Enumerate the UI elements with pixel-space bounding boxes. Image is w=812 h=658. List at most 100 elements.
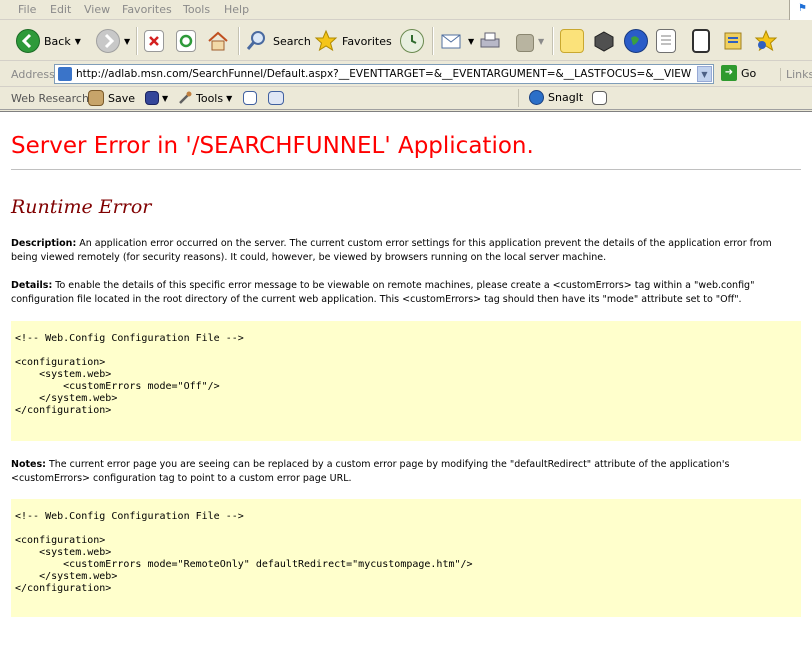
- tools-dropdown-icon[interactable]: ▼: [226, 94, 232, 103]
- back-button[interactable]: Back ▼: [16, 27, 81, 55]
- address-bar: Address http://adlab.msn.com/SearchFunne…: [0, 62, 812, 87]
- edit-dropdown-icon[interactable]: ▼: [538, 37, 544, 46]
- disk-button[interactable]: ▼: [145, 91, 168, 105]
- favorites-label: Favorites: [342, 34, 392, 48]
- mail-button[interactable]: ▼: [440, 27, 474, 55]
- notes-paragraph: Notes: The current error page you are se…: [11, 458, 801, 486]
- snagit-icon: [529, 90, 544, 105]
- tools-icon: [177, 90, 193, 106]
- edit-button[interactable]: ▼: [516, 27, 544, 55]
- snagit-capture-icon: [592, 91, 607, 105]
- menu-view[interactable]: View: [84, 3, 110, 16]
- home-icon: [206, 29, 230, 53]
- page-title: Server Error in '/SEARCHFUNNEL' Applicat…: [11, 133, 534, 159]
- search-icon: [245, 29, 269, 53]
- capture-icon: [268, 91, 284, 105]
- snagit-label: SnagIt: [548, 91, 584, 104]
- address-dropdown-icon[interactable]: ▼: [697, 66, 712, 82]
- description-text: An application error occurred on the ser…: [11, 238, 772, 263]
- forward-dropdown-icon[interactable]: ▼: [124, 37, 130, 46]
- messenger-icon: [692, 29, 710, 53]
- edit-icon: [516, 33, 534, 52]
- refresh-icon: [176, 30, 196, 52]
- back-arrow-icon: [16, 29, 40, 53]
- description-label: Description:: [11, 238, 77, 249]
- save-button[interactable]: Save: [88, 90, 135, 106]
- page-button[interactable]: [656, 27, 676, 55]
- search-label: Search: [273, 34, 311, 48]
- cube-button[interactable]: [592, 27, 616, 55]
- favorites-star-button[interactable]: [754, 27, 778, 55]
- go-button[interactable]: ➜ Go: [721, 65, 756, 81]
- address-url[interactable]: http://adlab.msn.com/SearchFunnel/Defaul…: [76, 68, 691, 80]
- menu-bar: File Edit View Favorites Tools Help ⚑: [0, 0, 812, 20]
- page-icon: [656, 29, 676, 53]
- research-toolbar: Web Research Save ▼ Tools ▼ SnagIt: [0, 88, 812, 110]
- forward-button[interactable]: ▼: [96, 27, 130, 55]
- print-icon: [478, 29, 502, 53]
- home-button[interactable]: [206, 27, 230, 55]
- details-paragraph: Details: To enable the details of this s…: [11, 279, 801, 307]
- tools-button[interactable]: Tools ▼: [177, 90, 232, 106]
- stop-icon: [144, 30, 164, 52]
- refresh-button[interactable]: [176, 27, 196, 55]
- description-paragraph: Description: An application error occurr…: [11, 237, 801, 265]
- history-icon: [400, 29, 424, 53]
- globe-button[interactable]: [624, 27, 648, 55]
- go-arrow-icon: ➜: [721, 65, 737, 81]
- error-subtitle: Runtime Error: [11, 196, 152, 218]
- search-button[interactable]: Search: [245, 27, 311, 55]
- page-icon: [58, 67, 72, 81]
- star-plus-icon: [754, 29, 778, 53]
- address-input[interactable]: http://adlab.msn.com/SearchFunnel/Defaul…: [54, 64, 714, 84]
- messenger-button[interactable]: [692, 27, 710, 55]
- links-button[interactable]: Links: [780, 68, 812, 81]
- download-icon: [243, 91, 257, 105]
- star-icon: [314, 29, 338, 53]
- back-label: Back: [44, 34, 71, 48]
- snagit-capture-button[interactable]: [592, 91, 607, 108]
- address-label: Address: [11, 68, 55, 81]
- snagit-button[interactable]: SnagIt: [529, 90, 583, 105]
- page-content: Server Error in '/SEARCHFUNNEL' Applicat…: [0, 111, 812, 658]
- note-button[interactable]: [560, 27, 584, 55]
- research-button[interactable]: [722, 27, 746, 55]
- menu-favorites[interactable]: Favorites: [122, 3, 172, 16]
- mail-icon: [440, 29, 464, 53]
- cube-icon: [592, 29, 616, 53]
- history-button[interactable]: [400, 27, 424, 55]
- mail-dropdown-icon[interactable]: ▼: [468, 37, 474, 46]
- menu-help[interactable]: Help: [224, 3, 249, 16]
- notes-label: Notes:: [11, 459, 46, 470]
- save-label: Save: [108, 91, 136, 105]
- details-label: Details:: [11, 280, 53, 291]
- stop-button[interactable]: [144, 27, 164, 55]
- back-dropdown-icon[interactable]: ▼: [75, 37, 81, 46]
- disk-dropdown-icon[interactable]: ▼: [162, 94, 168, 103]
- notes-text: The current error page you are seeing ca…: [11, 459, 730, 484]
- note-icon: [560, 29, 584, 53]
- go-label: Go: [741, 66, 757, 80]
- forward-arrow-icon: [96, 29, 120, 53]
- title-divider: [11, 169, 801, 170]
- config-code-2: <!-- Web.Config Configuration File --> <…: [15, 511, 473, 594]
- favorites-button[interactable]: Favorites: [314, 27, 392, 55]
- print-button[interactable]: [478, 27, 502, 55]
- menu-file[interactable]: File: [18, 3, 36, 16]
- globe-icon: [624, 29, 648, 53]
- tools-label: Tools: [196, 91, 224, 105]
- download-button[interactable]: [243, 91, 257, 108]
- floppy-icon: [145, 91, 159, 105]
- menu-tools[interactable]: Tools: [183, 3, 210, 16]
- windows-logo-icon: ⚑: [789, 0, 812, 20]
- config-code-block-2: <!-- Web.Config Configuration File --> <…: [11, 499, 801, 617]
- capture-button[interactable]: [268, 91, 284, 108]
- details-text: To enable the details of this specific e…: [11, 280, 755, 305]
- web-research-label: Web Research: [11, 92, 89, 105]
- save-folder-icon: [88, 90, 104, 106]
- menu-edit[interactable]: Edit: [50, 3, 71, 16]
- config-code-block-1: <!-- Web.Config Configuration File --> <…: [11, 321, 801, 441]
- research-icon: [722, 29, 746, 53]
- config-code-1: <!-- Web.Config Configuration File --> <…: [15, 333, 244, 416]
- standard-toolbar: Back ▼ ▼ Search Favorites ▼ ▼: [0, 21, 812, 61]
